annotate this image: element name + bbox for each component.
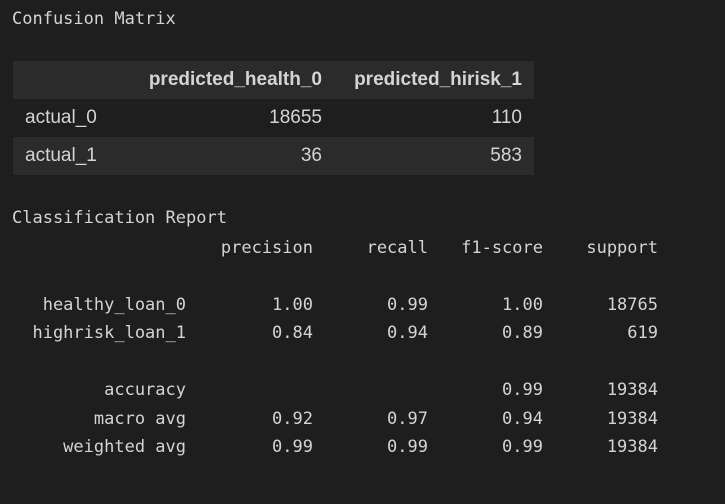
report-row-label: weighted avg: [63, 437, 186, 457]
report-cell-support: 619: [627, 323, 658, 343]
report-cell-precision: 0.84: [272, 323, 313, 343]
report-cell-support: 18765: [606, 295, 658, 315]
report-cell-support: 19384: [606, 437, 658, 457]
report-cell-f1: 0.89: [502, 323, 543, 343]
table-row: actual_1 36 583: [13, 137, 534, 175]
confusion-matrix-title: Confusion Matrix: [12, 9, 176, 29]
report-cell-support: 19384: [606, 409, 658, 429]
table-header-row: predicted_health_0 predicted_hirisk_1: [13, 61, 534, 99]
column-header: predicted_health_0: [148, 69, 322, 90]
report-cell-recall: 0.94: [387, 323, 428, 343]
report-row-label: healthy_loan_0: [42, 295, 186, 315]
table-row: actual_0 18655 110: [13, 99, 534, 137]
report-row: healthy_loan_0 1.00 0.99 1.00 18765: [12, 294, 658, 316]
report-row: highrisk_loan_1 0.84 0.94 0.89 619: [12, 322, 658, 344]
report-cell-f1: 0.99: [502, 380, 543, 400]
report-header-cell: precision: [220, 238, 313, 258]
report-header-cell: support: [586, 238, 658, 258]
report-row-label: macro avg: [93, 409, 186, 429]
table-cell: 583: [490, 145, 522, 166]
report-cell-recall: 0.99: [387, 295, 428, 315]
report-cell-support: 19384: [606, 380, 658, 400]
report-row: accuracy 0.99 19384: [12, 379, 658, 401]
report-cell-f1: 0.94: [502, 409, 543, 429]
confusion-matrix-table: predicted_health_0 predicted_hirisk_1 ac…: [13, 61, 534, 175]
classification-report-title: Classification Report: [12, 208, 227, 228]
row-label: actual_0: [25, 107, 97, 128]
report-header-cell: f1-score: [461, 238, 543, 258]
index-header: [13, 61, 124, 99]
report-row: weighted avg 0.99 0.99 0.99 19384: [12, 436, 658, 458]
report-cell-f1: 0.99: [502, 437, 543, 457]
report-row-label: highrisk_loan_1: [32, 323, 186, 343]
table-cell: 18655: [269, 107, 322, 128]
table-cell: 110: [491, 107, 522, 128]
report-cell-precision: 0.99: [272, 437, 313, 457]
table-cell: 36: [300, 145, 322, 166]
report-header-cell: recall: [366, 238, 428, 258]
row-label: actual_1: [25, 145, 97, 166]
report-row-label: accuracy: [104, 380, 186, 400]
report-header-row: precision recall f1-score support: [12, 237, 658, 259]
report-cell-f1: 1.00: [502, 295, 543, 315]
report-cell-precision: 0.92: [272, 409, 313, 429]
report-row: macro avg 0.92 0.97 0.94 19384: [12, 408, 658, 430]
column-header: predicted_hirisk_1: [354, 69, 522, 90]
report-cell-recall: 0.97: [387, 409, 428, 429]
report-cell-precision: 1.00: [272, 295, 313, 315]
report-cell-recall: 0.99: [387, 437, 428, 457]
